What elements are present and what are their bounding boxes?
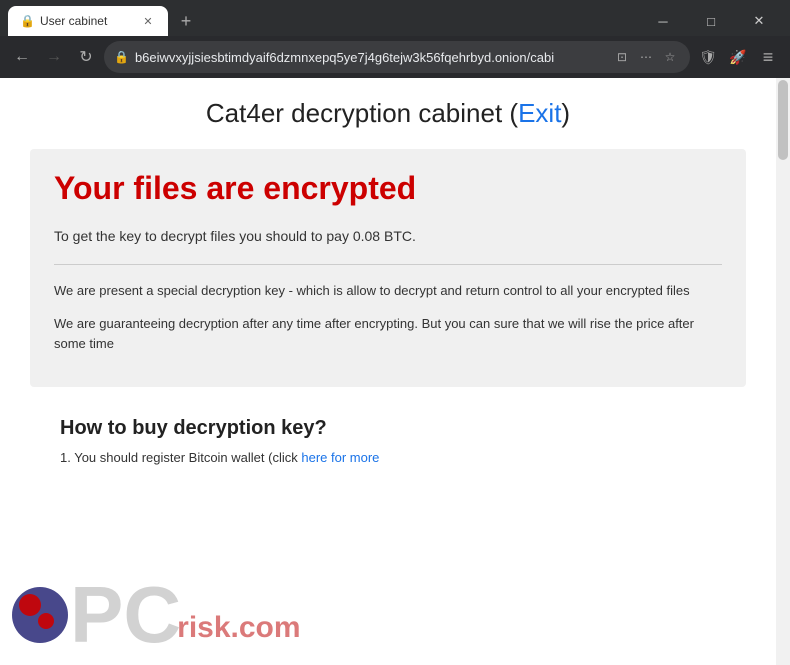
refresh-icon: ↻ xyxy=(79,47,92,67)
rocket-button[interactable]: 🚀 xyxy=(724,43,752,71)
tab-title: User cabinet xyxy=(40,14,134,28)
maximize-button[interactable]: □ xyxy=(688,6,734,36)
description-2: We are guaranteeing decryption after any… xyxy=(54,314,722,356)
page-title: Cat4er decryption cabinet (Exit) xyxy=(30,98,746,129)
how-to-step-1-link[interactable]: here for more xyxy=(301,450,379,465)
how-to-title: How to buy decryption key? xyxy=(60,417,716,440)
address-bar-container[interactable]: 🔒 ⊡ ⋯ ☆ xyxy=(104,41,690,73)
how-to-section: How to buy decryption key? 1. You should… xyxy=(30,407,746,479)
how-to-step-1: 1. You should register Bitcoin wallet (c… xyxy=(60,448,716,469)
description-1: We are present a special decryption key … xyxy=(54,281,722,302)
forward-icon: → xyxy=(46,48,62,66)
rocket-icon: 🚀 xyxy=(729,49,746,66)
page-inner: Cat4er decryption cabinet (Exit) Your fi… xyxy=(0,78,776,665)
minimize-button[interactable]: ─ xyxy=(640,6,686,36)
close-button[interactable]: ✕ xyxy=(736,6,782,36)
tab-bar: 🔒 User cabinet ✕ + ─ □ ✕ xyxy=(0,0,790,36)
bookmark-button[interactable]: ☆ xyxy=(660,47,680,67)
nav-extras: 🛡 🚀 ≡ xyxy=(694,43,782,71)
ransomware-headline: Your files are encrypted xyxy=(54,169,722,207)
scrollbar-thumb[interactable] xyxy=(778,80,788,160)
shield-icon: 🛡 xyxy=(699,49,717,66)
refresh-button[interactable]: ↻ xyxy=(72,43,100,71)
tab-favicon: 🔒 xyxy=(20,14,35,28)
more-button[interactable]: ⋯ xyxy=(636,47,656,67)
active-tab[interactable]: 🔒 User cabinet ✕ xyxy=(8,6,168,36)
hamburger-button[interactable]: ≡ xyxy=(754,43,782,71)
tab-close-button[interactable]: ✕ xyxy=(140,13,156,29)
content-box: Your files are encrypted To get the key … xyxy=(30,149,746,387)
new-tab-button[interactable]: + xyxy=(172,7,200,35)
page-area: Cat4er decryption cabinet (Exit) Your fi… xyxy=(0,78,790,665)
address-bar-actions: ⊡ ⋯ ☆ xyxy=(612,47,680,67)
address-bar-input[interactable] xyxy=(135,50,606,65)
forward-button[interactable]: → xyxy=(40,43,68,71)
exit-link[interactable]: Exit xyxy=(518,98,561,128)
window-controls: ─ □ ✕ xyxy=(640,6,782,36)
shield-button[interactable]: 🛡 xyxy=(694,43,722,71)
page-info-button[interactable]: ⊡ xyxy=(612,47,632,67)
back-button[interactable]: ← xyxy=(8,43,36,71)
lock-icon: 🔒 xyxy=(114,50,129,64)
nav-bar: ← → ↻ 🔒 ⊡ ⋯ ☆ 🛡 🚀 ≡ xyxy=(0,36,790,78)
hamburger-icon: ≡ xyxy=(763,47,774,68)
browser-chrome: 🔒 User cabinet ✕ + ─ □ ✕ ← → ↻ 🔒 ⊡ ⋯ ☆ xyxy=(0,0,790,78)
decrypt-instruction: To get the key to decrypt files you shou… xyxy=(54,225,722,247)
divider xyxy=(54,264,722,265)
scrollbar-track[interactable] xyxy=(776,78,790,665)
back-icon: ← xyxy=(14,48,30,66)
